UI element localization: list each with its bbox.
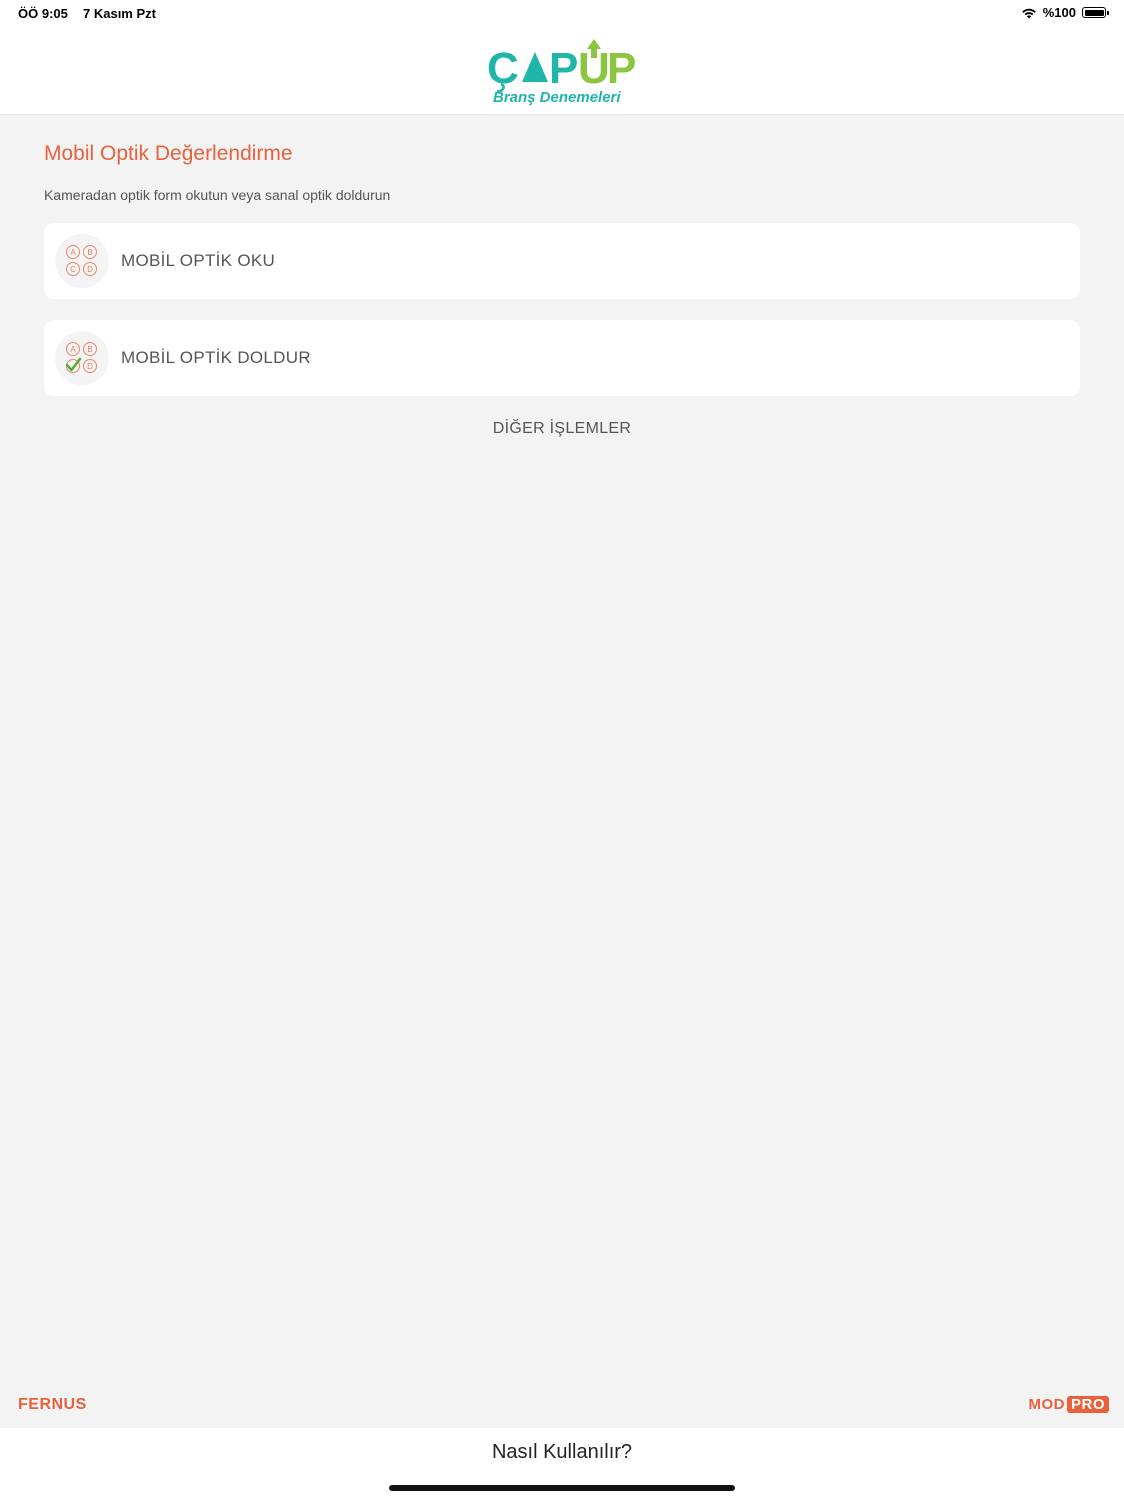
fernus-logo: FERNUS [18,1396,87,1413]
mobile-optic-fill-button[interactable]: A B D MOBİL OPTİK DOLDUR [44,320,1080,396]
how-to-use-link[interactable]: Nasıl Kullanılır? [0,1441,1124,1464]
modpro-logo: MOD PRO [1028,1396,1109,1413]
svg-text:A: A [70,345,76,354]
abcd-bubbles-icon: A B C D [55,234,109,288]
page-subtitle: Kameradan optik form okutun veya sanal o… [44,187,391,203]
svg-text:D: D [87,362,93,371]
app-header: C P U P Branş Denemeleri [0,30,1124,115]
page-title: Mobil Optik Değerlendirme [44,142,293,165]
battery-icon [1082,7,1109,18]
wifi-icon [1021,8,1036,18]
home-indicator [389,1485,735,1491]
battery-percent: %100 [1042,5,1076,20]
modpro-mod: MOD [1028,1396,1065,1413]
status-time: ÖÖ 9:05 [18,6,68,21]
bottom-bar: Nasıl Kullanılır? [0,1428,1124,1500]
status-date: 7 Kasım Pzt [83,6,156,21]
abcd-checked-bubbles-icon: A B D [55,331,109,385]
other-actions-link[interactable]: DİĞER İŞLEMLER [44,420,1080,438]
mobile-optic-read-button[interactable]: A B C D MOBİL OPTİK OKU [44,223,1080,299]
logo-subtitle: Branş Denemeleri [493,89,621,106]
card-label-read: MOBİL OPTİK OKU [121,251,276,270]
svg-text:B: B [87,248,92,257]
svg-text:B: B [87,345,92,354]
svg-text:A: A [70,248,76,257]
svg-text:D: D [87,265,93,274]
svg-text:P: P [549,44,578,93]
svg-text:P: P [607,44,636,93]
status-right: %100 [1021,5,1109,20]
modpro-pro: PRO [1066,1396,1109,1413]
card-label-fill: MOBİL OPTİK DOLDUR [121,348,311,367]
svg-text:C: C [70,265,76,274]
status-bar: ÖÖ 9:05 7 Kasım Pzt %100 [0,0,1124,30]
capup-logo: C P U P Branş Denemeleri [487,39,636,106]
